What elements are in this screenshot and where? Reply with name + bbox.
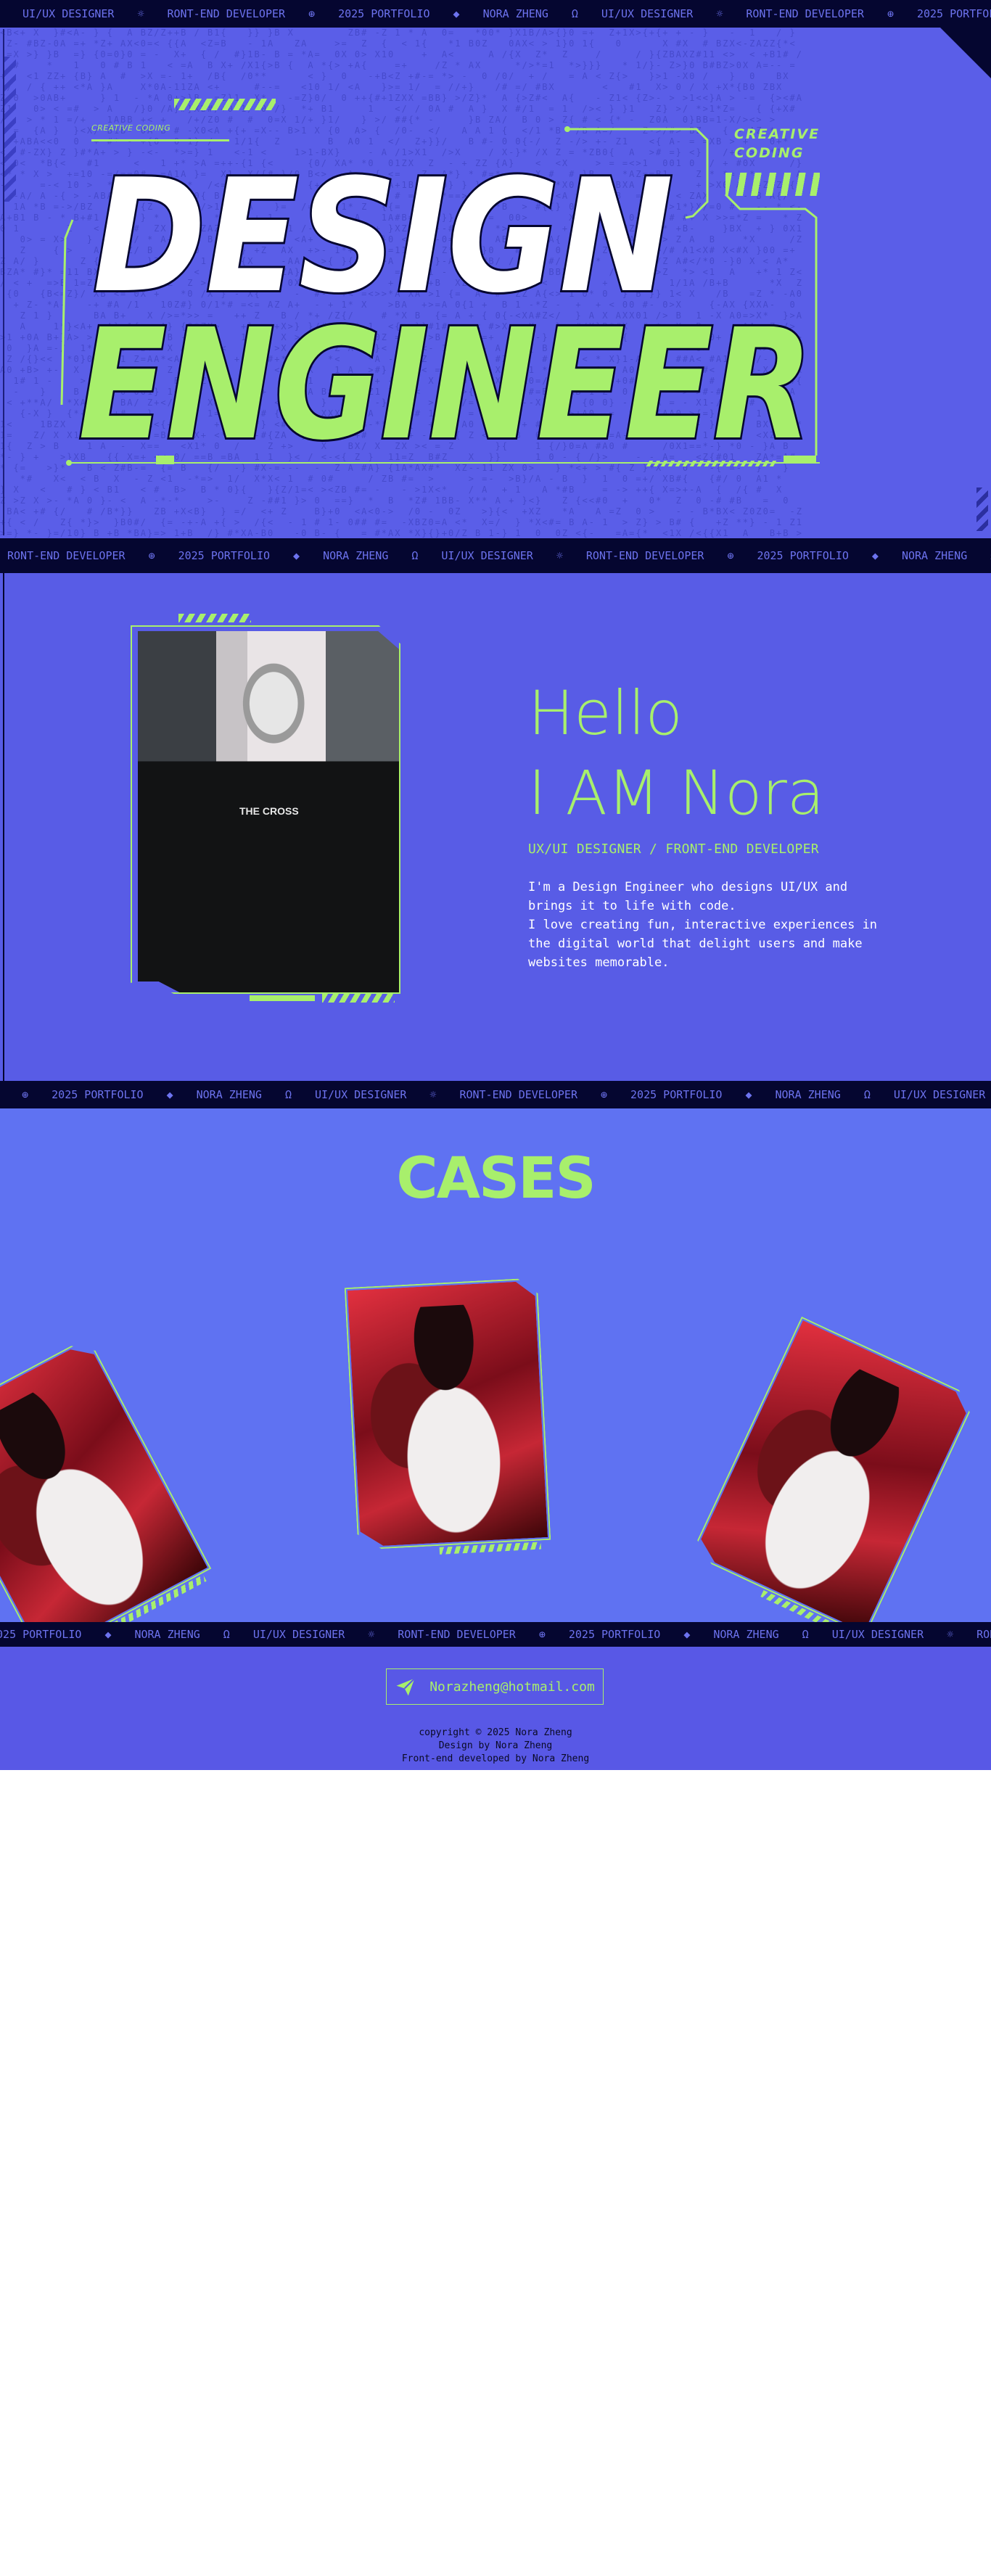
slash-decoration — [322, 994, 395, 1003]
ticker-track: RONT-END DEVELOPER ⊕ 2025 PORTFOLIO ◆ NORA… — [7, 549, 991, 562]
case-card-left[interactable] — [0, 1341, 207, 1622]
design-credit: Design by Nora Zheng — [438, 1740, 553, 1751]
ticker-item: NORA ZHENGΩ — [134, 1628, 230, 1641]
portrait: THE CROSS — [126, 614, 406, 1003]
ticker-item: RONT-END DEVELOPER ⊕ — [585, 549, 734, 562]
ticker-item: NORA ZHENGΩ — [482, 7, 578, 20]
paper-plane-icon — [396, 1678, 416, 1696]
ticker-item: RONT-END DEVELOPER ⊕ — [167, 7, 316, 20]
headline-line-engineer: ENGINEER — [78, 296, 813, 474]
ticker-band-top: Ω UI/UX DESIGNER☼ RONT-END DEVELOPER⊕ 20… — [0, 0, 991, 28]
email-address: Norazheng@hotmail.com — [429, 1679, 595, 1695]
slash-decoration — [178, 614, 251, 622]
ticker-item: UI/UX DESIGNER ☼ — [601, 7, 723, 20]
ticker-item: NORA ZHENGΩ — [323, 549, 419, 562]
case-artwork — [694, 1320, 972, 1622]
ticker-item: 2025 PORTFOLIO◆ — [52, 1088, 173, 1101]
headline-graphic: DESIGN ENGINEER — [60, 126, 820, 476]
portfolio-page: Ω UI/UX DESIGNER☼ RONT-END DEVELOPER⊕ 20… — [0, 0, 991, 2576]
ticker-item: UI/UX DESIGNER ☼ — [22, 7, 144, 20]
ticker-item: 2025 PORTFOLIO◆ — [178, 549, 300, 562]
ticker-item: 2025 PORTFOLIO◆ — [338, 7, 460, 20]
ticker-item: UI/UX DESIGNER ☼ — [252, 1628, 375, 1641]
hero-section: <B<+ X }#<A- } { A BZ/Z++B / B1{ }} }B X… — [0, 28, 991, 538]
case-artwork — [0, 1341, 207, 1622]
artwork-detail — [405, 1304, 485, 1406]
footer-credits: copyright © 2025 Nora Zheng Design by No… — [0, 1727, 991, 1766]
ticker-item: NORA ZHENGΩ — [196, 1088, 292, 1101]
dev-credit: Front-end developed by Nora Zheng — [401, 1753, 590, 1764]
hello-line: Hello — [528, 678, 683, 749]
ticker-item: NORA ZHENGΩ — [775, 1088, 871, 1101]
ticker-item: RONT-END DEVELOPER ⊕ — [7, 549, 155, 562]
name-line: I AM Nora — [528, 757, 825, 828]
ticker-item: RONT-END DEVELOPER ⊕ — [398, 1628, 546, 1641]
ticker-item: RONT-END DEVELOPER ⊕ — [746, 7, 894, 20]
case-artwork — [348, 1280, 548, 1547]
hello-heading: Hello I AM Nora — [528, 673, 824, 833]
bio-line: websites memorable. — [528, 955, 670, 970]
bio-line: I love creating fun, interactive experie… — [528, 918, 878, 932]
contact-footer: Norazheng@hotmail.com copyright © 2025 N… — [0, 1647, 991, 1770]
ticker-item: NORA ZHENGΩ — [901, 549, 991, 562]
portrait-frame — [131, 625, 400, 994]
ticker-item: UI/UX DESIGNER ☼ — [314, 1088, 437, 1101]
bio-line: I'm a Design Engineer who designs UI/UX … — [528, 880, 848, 894]
ticker-item: UI/UX DESIGNER ☼ — [441, 549, 563, 562]
accent-block — [250, 995, 315, 1001]
ticker-item: 2025 PORTFOLIO◆ — [0, 1628, 112, 1641]
ticker-item: UI/UX DESIGNER ☼ — [831, 1628, 954, 1641]
cases-section: CASES — [0, 1108, 991, 1622]
node-dot — [564, 126, 570, 132]
case-card-center[interactable] — [348, 1280, 548, 1555]
ticker-band-3: OPER⊕ 2025 PORTFOLIO◆ NORA ZHENGΩ UI/UX … — [0, 1081, 991, 1108]
ticker-track: OPER⊕ 2025 PORTFOLIO◆ NORA ZHENGΩ UI/UX … — [0, 1088, 991, 1101]
ticker-item: OPER⊕ — [22, 1088, 29, 1101]
role-subtitle: UX/UI DESIGNER / FRONT-END DEVELOPER — [528, 841, 819, 857]
ticker-track: 2025 PORTFOLIO◆ NORA ZHENGΩ UI/UX DESIGN… — [0, 1628, 991, 1641]
ticker-item: UI/UX DESIGNER — [893, 1088, 986, 1101]
case-card-right[interactable] — [694, 1320, 972, 1622]
artwork-detail — [804, 1362, 913, 1483]
cases-heading: CASES — [396, 1146, 596, 1211]
bio-line: brings it to life with code. — [528, 899, 736, 913]
ticker-item: 2025 PORTFOLIO◆ — [568, 1628, 691, 1641]
ticker-item: NORA ZHENGΩ — [713, 1628, 809, 1641]
ticker-band-2: RONT-END DEVELOPER ⊕ 2025 PORTFOLIO ◆ NORA… — [0, 538, 991, 573]
ticker-track: Ω UI/UX DESIGNER☼ RONT-END DEVELOPER⊕ 20… — [0, 7, 991, 20]
copyright-text: copyright © 2025 Nora Zheng — [419, 1727, 572, 1738]
ticker-item: RONT-END DEVELOPER — [976, 1628, 991, 1641]
ticker-band-4: 2025 PORTFOLIO◆ NORA ZHENGΩ UI/UX DESIGN… — [0, 1622, 991, 1647]
ticker-item: RONT-END DEVELOPER ⊕ — [459, 1088, 608, 1101]
ticker-item: 2025 PORTFOLIO◆ — [630, 1088, 752, 1101]
bio-text: I'm a Design Engineer who designs UI/UX … — [528, 878, 905, 972]
email-button[interactable]: Norazheng@hotmail.com — [386, 1668, 604, 1705]
about-section: THE CROSS Hello I AM Nora UX/UI DESIGNER… — [0, 573, 991, 1081]
ticker-item: 2025 PORTFOLIO◆ — [757, 549, 879, 562]
bio-line: the digital world that delight users and… — [528, 937, 863, 951]
node-dot — [66, 460, 72, 466]
artwork-detail — [0, 1386, 93, 1507]
ticker-item: 2025 PORTFOLIO — [916, 7, 991, 20]
